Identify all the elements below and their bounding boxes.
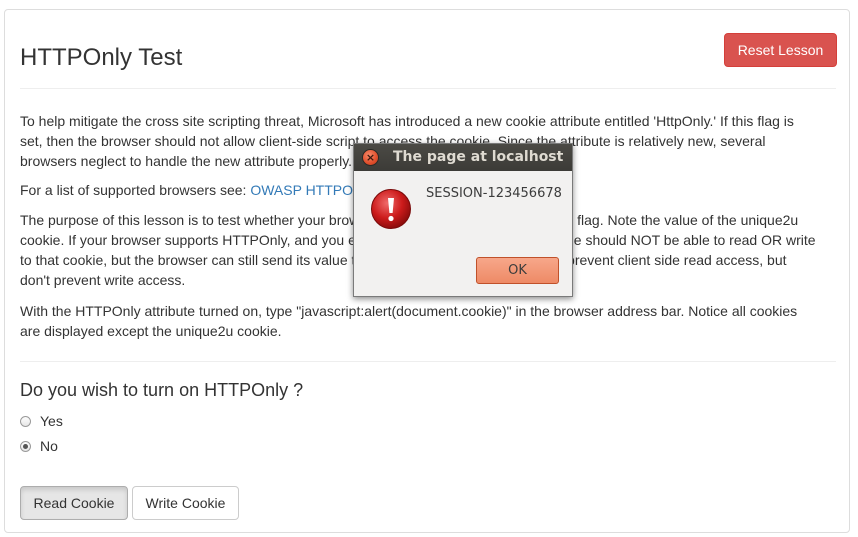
radio-option-yes[interactable]: Yes bbox=[20, 411, 63, 431]
instructions-paragraph: With the HTTPOnly attribute turned on, t… bbox=[20, 301, 838, 341]
text-line: With the HTTPOnly attribute turned on, t… bbox=[20, 303, 798, 319]
radio-button-no[interactable] bbox=[20, 440, 31, 452]
dialog-message: SESSION-123456678 bbox=[426, 186, 562, 201]
radio-label-no: No bbox=[40, 438, 58, 454]
reset-lesson-button[interactable]: Reset Lesson bbox=[724, 33, 837, 67]
divider bbox=[20, 361, 836, 362]
close-icon[interactable]: × bbox=[363, 150, 378, 165]
radio-button-yes[interactable] bbox=[20, 415, 31, 427]
radio-label-yes: Yes bbox=[40, 413, 63, 429]
dialog-titlebar[interactable]: × The page at localhost bbox=[354, 144, 572, 171]
alert-dialog: × The page at localhost SESSION-12345667… bbox=[353, 143, 573, 297]
page-title: HTTPOnly Test bbox=[20, 44, 183, 71]
browsers-text: For a list of supported browsers see: bbox=[20, 182, 251, 198]
httponly-question: Do you wish to turn on HTTPOnly ? bbox=[20, 380, 304, 400]
dialog-title: The page at localhost bbox=[393, 149, 564, 165]
error-icon bbox=[371, 189, 411, 229]
ok-button[interactable]: OK bbox=[476, 257, 559, 284]
read-cookie-button[interactable]: Read Cookie bbox=[20, 486, 128, 520]
radio-option-no[interactable]: No bbox=[20, 436, 58, 456]
write-cookie-button[interactable]: Write Cookie bbox=[132, 486, 239, 520]
divider bbox=[20, 88, 836, 89]
text-line: are displayed except the unique2u cookie… bbox=[20, 323, 282, 339]
text-line: To help mitigate the cross site scriptin… bbox=[20, 113, 794, 129]
